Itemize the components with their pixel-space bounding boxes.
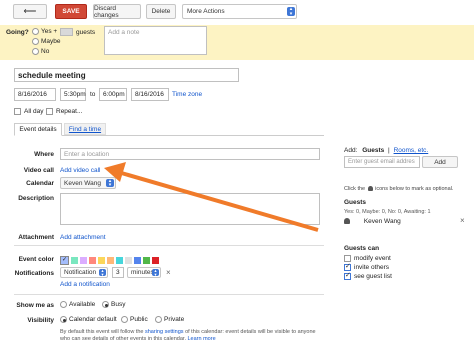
annotation-arrow	[104, 162, 319, 232]
